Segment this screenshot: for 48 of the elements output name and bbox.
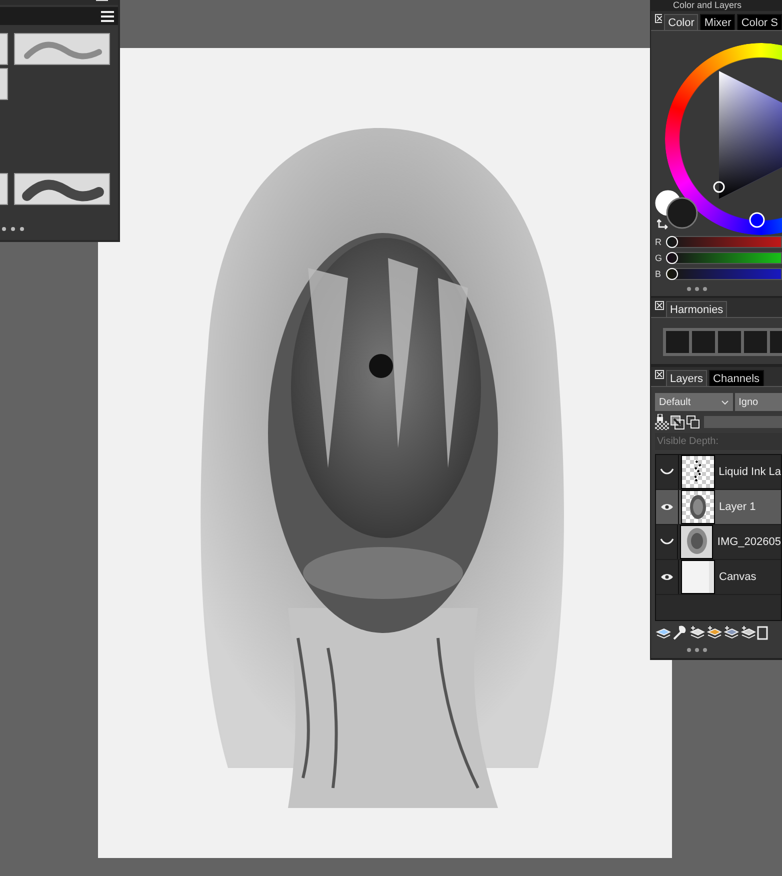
closed-eye-icon[interactable] <box>660 537 674 547</box>
hue-handle[interactable] <box>749 212 765 228</box>
layer-name: Canvas <box>719 571 756 583</box>
new-layer-group-icon[interactable] <box>706 625 722 641</box>
opacity-slider-fill[interactable] <box>704 416 782 428</box>
slider-thumb[interactable] <box>666 252 678 264</box>
color-slider[interactable] <box>666 236 782 248</box>
color-triangle[interactable] <box>719 71 782 199</box>
saturation-handle[interactable] <box>713 181 725 193</box>
slider-label: B <box>655 269 662 279</box>
slider-label: R <box>655 237 662 247</box>
new-layer-icon[interactable] <box>689 625 705 641</box>
visible-depth-label: Visible Depth: <box>655 433 782 450</box>
layer-row[interactable]: IMG_202605 <box>656 525 781 560</box>
menu-icon[interactable] <box>101 10 114 22</box>
layer-row[interactable]: Canvas <box>656 560 781 595</box>
panel-tab[interactable]: Mixer <box>700 14 736 30</box>
eye-icon[interactable] <box>660 502 674 512</box>
slider-thumb[interactable] <box>666 236 678 248</box>
chevron-down-icon <box>720 400 729 404</box>
slider-label: G <box>655 253 663 263</box>
harmony-swatches[interactable] <box>663 328 782 356</box>
panel-tab[interactable]: Color <box>664 14 698 30</box>
slider-thumb[interactable] <box>666 268 678 280</box>
panel-title: Color and Layers <box>651 0 782 11</box>
closed-eye-icon[interactable] <box>660 467 674 477</box>
panel-tab[interactable]: Layers <box>666 370 708 386</box>
layer-name: Liquid Ink La <box>718 466 781 478</box>
close-icon[interactable] <box>655 14 662 23</box>
layer-row[interactable]: Liquid Ink La <box>656 455 781 490</box>
overlap-icon[interactable] <box>686 414 701 430</box>
main-color-swatch[interactable] <box>666 197 698 229</box>
panel-tab[interactable]: Channels <box>709 370 764 386</box>
composite-depth-dropdown[interactable]: Igno <box>734 393 782 411</box>
color-slider[interactable] <box>666 268 782 280</box>
panel-tab[interactable]: Color S <box>737 14 782 30</box>
composite-method-dropdown[interactable]: Default <box>655 393 733 411</box>
color-slider[interactable] <box>666 252 782 264</box>
eye-icon[interactable] <box>660 572 674 582</box>
close-icon[interactable] <box>655 370 664 379</box>
close-icon[interactable] <box>655 301 664 310</box>
layer-name: IMG_202605 <box>717 536 781 548</box>
lock-transparency-icon[interactable] <box>655 414 669 430</box>
panel-tab[interactable]: Harmonies <box>666 301 728 317</box>
swap-icon[interactable] <box>657 219 669 231</box>
layer-name: Layer 1 <box>719 501 756 513</box>
layer-row[interactable]: Layer 1 <box>656 490 781 525</box>
brush-variant[interactable] <box>14 173 110 205</box>
